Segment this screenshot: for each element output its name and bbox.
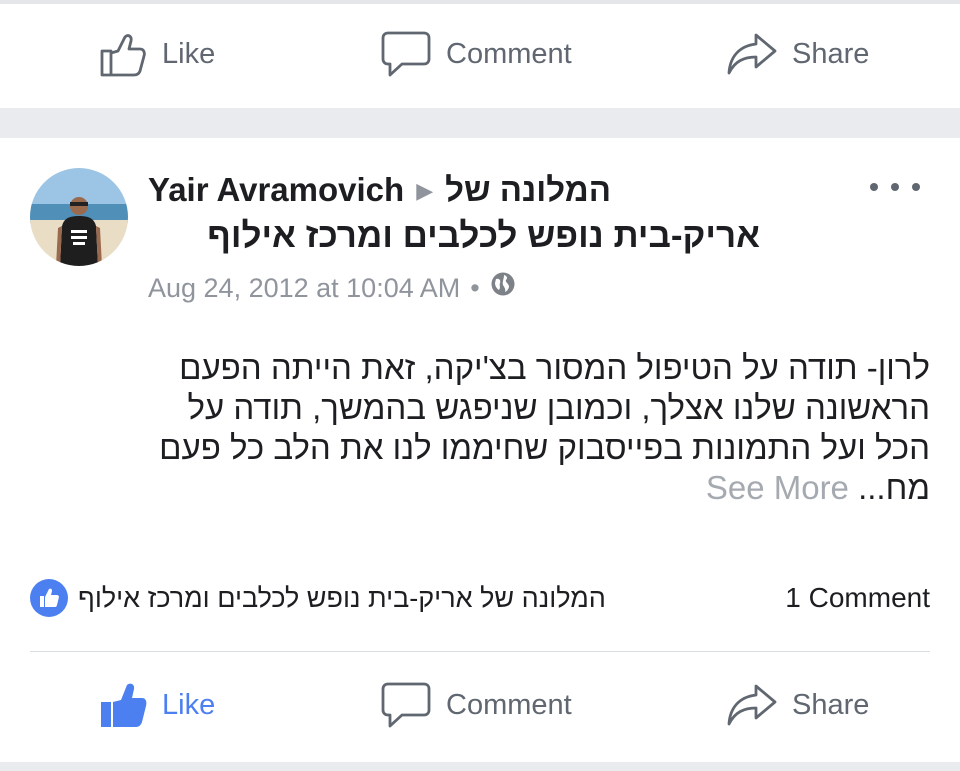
comment-count[interactable]: 1 Comment bbox=[785, 578, 930, 618]
dot-separator: • bbox=[470, 273, 480, 303]
top-edge bbox=[0, 0, 960, 4]
post-meta: Aug 24, 2012 at 10:04 AM • bbox=[148, 270, 516, 306]
comment-label: Comment bbox=[446, 688, 572, 721]
feed-separator bbox=[0, 108, 960, 138]
share-label: Share bbox=[792, 688, 870, 721]
thumbs-up-icon bbox=[98, 29, 148, 79]
post-text: לרון- תודה על הטיפול המסור בצ'יקה, זאת ה… bbox=[30, 348, 930, 508]
feed-separator-bottom bbox=[0, 762, 960, 771]
more-options-icon[interactable] bbox=[870, 172, 920, 202]
post-author-line: Yair Avramovich ▶ המלונה של bbox=[148, 170, 848, 211]
page-prefix[interactable]: המלונה של bbox=[445, 171, 611, 208]
post-text-line: מח... bbox=[858, 469, 930, 506]
arrow-right-icon: ▶ bbox=[416, 178, 434, 203]
top-action-bar: Like Comment Share bbox=[0, 19, 960, 89]
share-label: Share bbox=[792, 37, 870, 70]
thumbs-up-icon bbox=[98, 680, 148, 730]
post-text-line: הכל ועל התמונות בפייסבוק שחיממו לנו את ה… bbox=[159, 429, 930, 466]
post-action-bar: Like Comment Share bbox=[0, 670, 960, 740]
comment-label: Comment bbox=[446, 37, 572, 70]
share-icon bbox=[726, 29, 778, 79]
page-name[interactable]: אריק-בית נופש לכלבים ומרכז אילוף bbox=[148, 214, 760, 258]
avatar[interactable] bbox=[30, 168, 128, 266]
post-timestamp[interactable]: Aug 24, 2012 at 10:04 AM bbox=[148, 270, 460, 306]
like-button-active[interactable]: Like bbox=[98, 670, 215, 740]
like-reaction-icon[interactable] bbox=[30, 579, 68, 617]
author-name[interactable]: Yair Avramovich bbox=[148, 171, 404, 208]
comment-icon bbox=[380, 680, 432, 730]
share-icon bbox=[726, 680, 778, 730]
like-label: Like bbox=[162, 688, 216, 721]
post-text-line: הראשונה שלנו אצלך, וכמובן שניפגש בהמשך, … bbox=[187, 389, 930, 426]
divider bbox=[30, 651, 930, 652]
comment-button[interactable]: Comment bbox=[380, 670, 572, 740]
like-label: Like bbox=[162, 37, 216, 70]
share-button[interactable]: Share bbox=[726, 670, 869, 740]
like-button[interactable]: Like bbox=[98, 19, 215, 89]
globe-icon bbox=[490, 270, 516, 306]
comment-icon bbox=[380, 29, 432, 79]
share-button[interactable]: Share bbox=[726, 19, 869, 89]
reactor-name[interactable]: המלונה של אריק-בית נופש לכלבים ומרכז איל… bbox=[78, 578, 728, 618]
post-text-last-line: מח... See More bbox=[30, 468, 930, 508]
post-text-line: לרון- תודה על הטיפול המסור בצ'יקה, זאת ה… bbox=[179, 349, 930, 386]
comment-button[interactable]: Comment bbox=[380, 19, 572, 89]
see-more-link[interactable]: See More bbox=[706, 469, 849, 506]
reactions-row: המלונה של אריק-בית נופש לכלבים ומרכז איל… bbox=[30, 578, 930, 618]
